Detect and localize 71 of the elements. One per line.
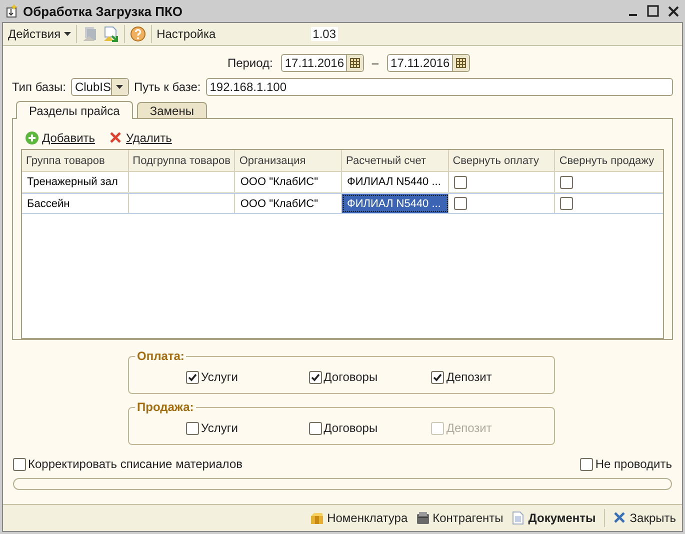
table-cell: ООО "КлабИС"	[235, 172, 342, 192]
checkbox-label: Услуги	[201, 370, 238, 384]
checkbox-label: Договоры	[324, 370, 378, 384]
checkbox[interactable]	[186, 370, 199, 384]
base-path-label: Путь к базе:	[134, 80, 201, 94]
date-field[interactable]: 17.11.2016	[280, 54, 364, 72]
tab[interactable]: Разделы прайса	[16, 101, 133, 119]
column-header[interactable]: Организация	[235, 150, 342, 171]
checkbox[interactable]	[454, 197, 467, 210]
footer-button[interactable]: Контрагенты	[416, 511, 504, 525]
check-icon	[310, 372, 320, 382]
base-type-label: Тип базы:	[12, 80, 66, 94]
boxes-icon	[310, 511, 324, 525]
check-icon	[188, 372, 197, 382]
checkbox[interactable]	[308, 422, 322, 434]
checkbox-label: Услуги	[201, 421, 238, 435]
version-label: 1.03	[310, 27, 338, 41]
checkbox[interactable]	[308, 370, 322, 384]
document-icon	[511, 511, 526, 525]
table-cell: ФИЛИАЛ N5440 ...	[342, 194, 449, 213]
checkbox-label: Не проводить	[595, 457, 672, 471]
actions-menu[interactable]: Действия	[8, 27, 71, 41]
delete-icon	[109, 131, 124, 145]
table-row[interactable]: Тренажерный зал ООО "КлабИС" ФИЛИАЛ N5440 ...	[22, 172, 663, 193]
caret-icon[interactable]	[116, 85, 124, 89]
group-title: Продажа:	[135, 400, 196, 414]
checkbox-label: Депозит	[446, 370, 492, 384]
checkbox-label: Корректировать списание материалов	[28, 457, 242, 471]
maximize-icon[interactable]	[647, 5, 659, 17]
calendar-icon[interactable]	[350, 58, 360, 68]
table-cell: ФИЛИАЛ N5440 ...	[342, 172, 449, 192]
caret-icon	[64, 32, 71, 36]
delete-button[interactable]: Удалить	[109, 131, 172, 145]
checkbox[interactable]	[431, 370, 444, 384]
period-label: Период:	[227, 56, 273, 70]
checkbox[interactable]	[186, 422, 199, 434]
table-row[interactable]: Бассейн ООО "КлабИС" ФИЛИАЛ N5440 ...	[22, 193, 663, 214]
base-path-field[interactable]: 192.168.1.100	[206, 78, 673, 96]
checkbox-label: Депозит	[446, 421, 492, 435]
checkbox[interactable]	[560, 197, 574, 210]
checkbox[interactable]	[13, 458, 26, 470]
settings-button[interactable]: Настройка	[156, 27, 216, 41]
column-header[interactable]: Группа товаров	[22, 150, 129, 171]
footer-button[interactable]: Закрыть	[612, 511, 676, 525]
group-title: Оплата:	[135, 349, 186, 363]
checkbox[interactable]	[580, 458, 594, 470]
column-header[interactable]: Подгруппа товаров	[128, 150, 236, 171]
add-button[interactable]: Добавить	[25, 131, 96, 145]
calendar-icon[interactable]	[456, 58, 466, 68]
column-header[interactable]: Свернуть продажу	[555, 150, 664, 171]
close-icon	[612, 511, 627, 525]
date-field[interactable]: 17.11.2016	[386, 54, 470, 72]
table-cell: Бассейн	[22, 194, 129, 213]
footer-button[interactable]: Номенклатура	[310, 511, 408, 525]
checkbox[interactable]	[560, 176, 574, 188]
checkbox-label: Договоры	[324, 421, 378, 435]
document-arrow-icon[interactable]	[102, 26, 119, 42]
check-icon	[433, 372, 442, 382]
base-type-dropdown[interactable]: ClubIS	[70, 78, 129, 96]
plus-icon	[25, 131, 39, 145]
dash-separator: –	[372, 56, 379, 70]
window-title: Обработка Загрузка ПКО	[23, 4, 184, 18]
close-icon[interactable]	[668, 6, 679, 16]
footer-button[interactable]: Документы	[511, 511, 596, 525]
table-cell: Тренажерный зал	[22, 172, 129, 192]
column-header[interactable]: Свернуть оплату	[448, 150, 556, 171]
checkbox[interactable]	[454, 176, 467, 188]
help-icon[interactable]	[130, 26, 146, 42]
tab[interactable]: Замены	[136, 102, 207, 118]
column-header[interactable]: Расчетный счет	[342, 150, 449, 171]
form-icon	[6, 4, 18, 18]
